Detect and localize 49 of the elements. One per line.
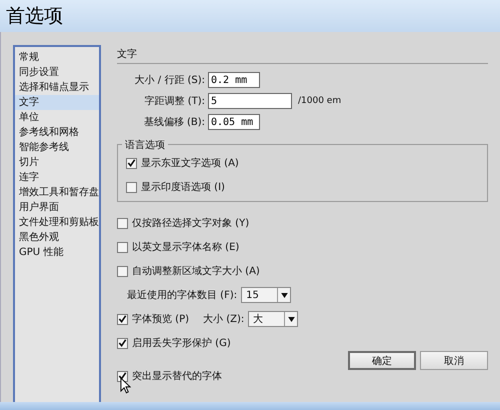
checkbox[interactable] (117, 266, 128, 276)
field-label: 字距调整 (T): (144, 94, 205, 108)
unit-label: /1000 em (298, 96, 342, 106)
dropdown[interactable]: 大 (248, 311, 298, 327)
sidebar-item[interactable]: 切片 (15, 155, 99, 170)
sidebar-item[interactable]: 文件处理和剪贴板 (15, 215, 99, 230)
checkbox-label: 突出显示替代的字体 (132, 370, 222, 383)
checkbox-label: 显示印度语选项 (I) (141, 180, 225, 194)
sidebar-item[interactable]: 参考线和网格 (15, 125, 99, 140)
sidebar-item[interactable]: 用户界面 (15, 200, 99, 215)
window-title: 首选项 (6, 4, 63, 29)
checkbox-label: 自动调整新区域文字大小 (A) (132, 264, 260, 278)
checkbox[interactable] (117, 314, 128, 324)
sidebar-item[interactable]: 同步设置 (15, 65, 99, 80)
checkbox-label: 字体预览 (P) (132, 312, 190, 326)
checkbox[interactable] (117, 242, 128, 252)
checkbox[interactable] (126, 158, 137, 168)
input-field[interactable]: 0.05 mm (208, 114, 260, 130)
input-field[interactable]: 0.2 mm (208, 72, 260, 88)
checkbox[interactable] (126, 182, 137, 192)
dropdown-label: 最近使用的字体数目 (F): (127, 288, 238, 302)
checkbox[interactable] (117, 218, 128, 228)
field-label: 大小 / 行距 (S): (134, 74, 205, 87)
sidebar-item[interactable]: 常规 (15, 50, 99, 65)
checkbox-label: 以英文显示字体名称 (E) (132, 240, 240, 254)
field-label: 基线偏移 (B): (142, 116, 205, 129)
dialog-button[interactable]: 确定 (348, 351, 416, 370)
checkbox-label: 显示东亚文字选项 (A) (141, 156, 239, 170)
caret-icon (288, 316, 295, 322)
checkbox[interactable] (117, 370, 128, 382)
sidebar-item[interactable]: 增效工具和暂存盘 (15, 185, 99, 200)
section-title: 文字 (117, 48, 138, 61)
sidebar-item[interactable]: 文字 (15, 95, 99, 110)
sidebar-item[interactable]: GPU 性能 (15, 245, 99, 260)
dropdown[interactable]: 15 (241, 287, 292, 303)
checkbox-label: 启用丢失字形保护 (G) (132, 336, 231, 350)
sidebar-item[interactable]: 选择和锚点显示 (15, 80, 99, 95)
sidebar-item[interactable]: 单位 (15, 110, 99, 125)
dropdown-label: 大小 (Z): (203, 312, 244, 326)
checkbox[interactable] (117, 338, 128, 348)
group-title: 语言选项 (122, 138, 168, 152)
sidebar-item[interactable]: 智能参考线 (15, 140, 99, 155)
dialog-button[interactable]: 取消 (420, 351, 488, 370)
caret-icon (280, 292, 288, 298)
sidebar-item[interactable]: 黑色外观 (15, 230, 99, 245)
mouse-pointer-icon (120, 377, 131, 394)
sidebar-item[interactable]: 连字 (15, 170, 99, 185)
checkbox-label: 仅按路径选择文字对象 (Y) (132, 216, 250, 230)
input-field[interactable]: 5 (208, 93, 292, 109)
